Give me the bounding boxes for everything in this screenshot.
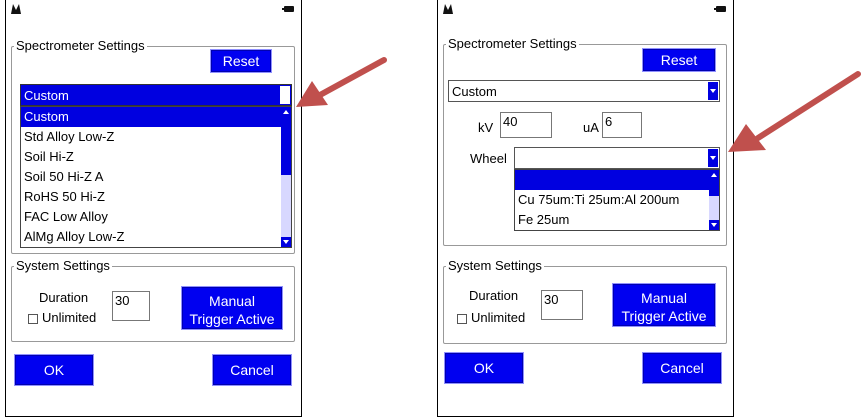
duration-label: Duration (39, 290, 89, 305)
title-bar (6, 0, 301, 26)
ua-label: uA (583, 120, 599, 135)
right-settings-window: Spectrometer Settings Reset Custom kV 40… (437, 0, 734, 417)
manual-trigger-label-line1: Manual (641, 290, 687, 306)
manual-trigger-button[interactable]: Manual Trigger Active (181, 286, 283, 330)
title-bar (438, 0, 733, 26)
preset-list[interactable]: Custom Std Alloy Low-Z Soil Hi-Z Soil 50… (20, 106, 292, 248)
list-scrollbar[interactable] (709, 170, 719, 230)
preset-dropdown-value: Custom (24, 88, 69, 103)
kv-label: kV (478, 120, 494, 135)
wheel-label: Wheel (470, 151, 507, 166)
reset-button[interactable]: Reset (642, 48, 716, 72)
ok-button[interactable]: OK (14, 354, 94, 386)
scroll-down-icon[interactable] (709, 220, 719, 230)
system-settings-title: System Settings (14, 258, 112, 273)
annotation-arrow-icon (728, 71, 861, 152)
duration-field[interactable]: 30 (541, 290, 583, 320)
unlimited-label: Unlimited (471, 310, 526, 325)
annotation-arrow-icon (296, 57, 387, 107)
list-scrollbar[interactable] (281, 107, 291, 247)
unlimited-label: Unlimited (42, 310, 97, 325)
preset-dropdown[interactable]: Custom (448, 80, 720, 102)
kv-field[interactable]: 40 (500, 112, 552, 138)
app-logo-icon (11, 4, 21, 14)
chevron-down-icon[interactable] (708, 82, 718, 100)
unlimited-checkbox[interactable] (28, 314, 38, 324)
duration-field[interactable]: 30 (112, 291, 150, 321)
preset-dropdown[interactable]: Custom (20, 84, 292, 106)
spectrometer-settings-title: Spectrometer Settings (14, 38, 147, 53)
preset-dropdown-value: Custom (452, 84, 497, 99)
system-settings-title: System Settings (446, 258, 544, 273)
scroll-thumb[interactable] (709, 180, 719, 196)
cancel-button[interactable]: Cancel (212, 354, 292, 386)
app-logo-icon (443, 4, 453, 14)
battery-icon (282, 6, 294, 12)
list-item[interactable]: Cu 75um:Ti 25um:Al 200um (515, 190, 719, 210)
list-item[interactable]: Soil Hi-Z (21, 147, 291, 167)
ua-field[interactable]: 6 (602, 112, 642, 138)
list-item[interactable]: Custom (21, 107, 291, 127)
ok-button[interactable]: OK (444, 352, 524, 384)
left-settings-window: Spectrometer Settings Reset Custom Custo… (5, 0, 302, 417)
manual-trigger-label-line1: Manual (209, 293, 255, 309)
list-item[interactable]: Std Alloy Low-Z (21, 127, 291, 147)
scroll-thumb[interactable] (281, 117, 291, 175)
list-item[interactable] (515, 170, 719, 190)
spectrometer-settings-title: Spectrometer Settings (446, 36, 579, 51)
list-item[interactable]: FAC Low Alloy (21, 207, 291, 227)
unlimited-checkbox[interactable] (457, 314, 467, 324)
manual-trigger-label-line2: Trigger Active (189, 311, 275, 327)
list-item[interactable]: Fe 25um (515, 210, 719, 230)
duration-label: Duration (469, 288, 519, 303)
list-item[interactable]: RoHS 50 Hi-Z (21, 187, 291, 207)
list-item[interactable]: Soil 50 Hi-Z A (21, 167, 291, 187)
reset-button[interactable]: Reset (210, 49, 272, 73)
scroll-down-icon[interactable] (281, 237, 291, 247)
scroll-up-icon[interactable] (709, 170, 719, 180)
wheel-list[interactable]: Cu 75um:Ti 25um:Al 200um Fe 25um (514, 169, 720, 231)
battery-icon (714, 6, 726, 12)
cancel-button[interactable]: Cancel (642, 352, 722, 384)
chevron-down-icon[interactable] (280, 86, 290, 104)
wheel-dropdown[interactable] (514, 147, 720, 169)
chevron-down-icon[interactable] (708, 149, 718, 167)
list-item[interactable]: AlMg Alloy Low-Z (21, 227, 291, 247)
manual-trigger-label-line2: Trigger Active (621, 308, 707, 324)
manual-trigger-button[interactable]: Manual Trigger Active (612, 283, 716, 327)
